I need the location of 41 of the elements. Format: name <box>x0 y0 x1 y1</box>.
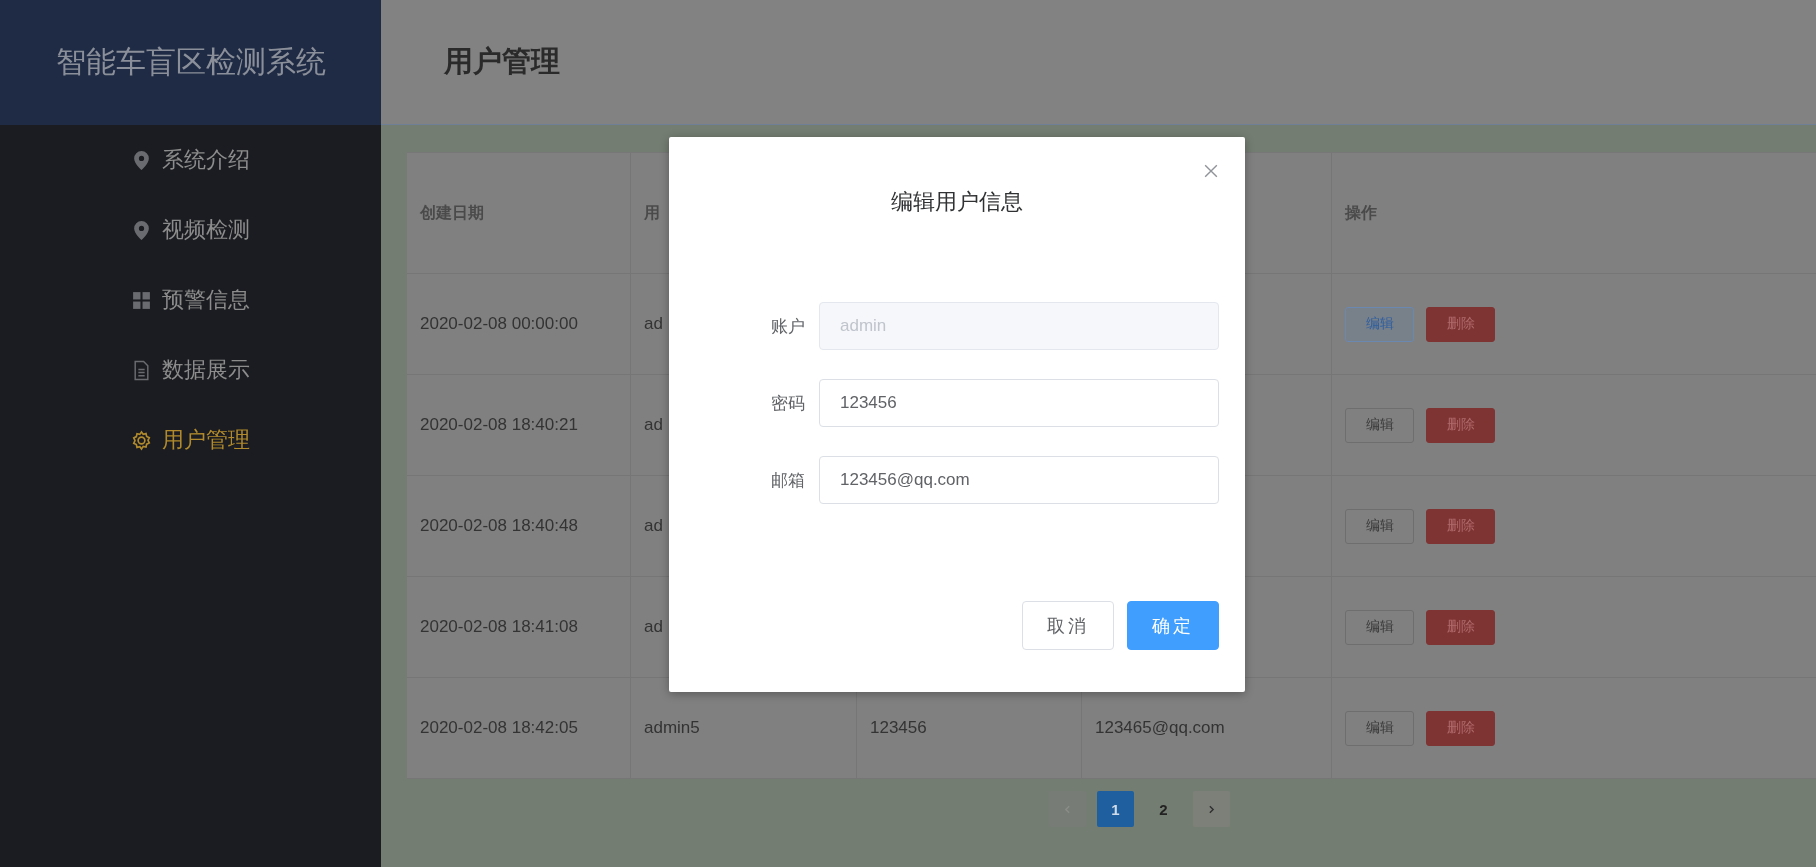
table-cell: ad <box>644 314 663 334</box>
table-cell: ad <box>644 617 663 637</box>
edit-button[interactable]: 编辑 <box>1345 306 1414 342</box>
page-title: 用户管理 <box>444 44 560 79</box>
edit-button[interactable]: 编辑 <box>1345 508 1414 544</box>
dialog-title: 编辑用户信息 <box>890 188 1024 216</box>
close-icon[interactable] <box>1204 164 1218 178</box>
menu-item[interactable]: 预警信息 <box>0 265 381 335</box>
table-cell: 2020-02-08 00:00:00 <box>420 314 578 334</box>
menu-item[interactable]: 数据展示 <box>0 335 381 405</box>
field-label: 密码 <box>770 392 806 415</box>
document-icon <box>131 359 152 381</box>
next-page-button[interactable] <box>1193 791 1230 827</box>
table-cell: 2020-02-08 18:42:05 <box>420 718 578 738</box>
table-cell: 123456 <box>870 718 927 738</box>
gear-icon <box>131 429 152 451</box>
menu-item[interactable]: 用户管理 <box>0 405 381 475</box>
confirm-button[interactable]: 确定 <box>1127 601 1219 650</box>
table-cell: admin5 <box>644 718 700 738</box>
edit-button[interactable]: 编辑 <box>1345 710 1414 746</box>
edit-button[interactable]: 编辑 <box>1345 407 1414 443</box>
app-title: 智能车盲区检测系统 <box>55 44 326 80</box>
location-pin-icon <box>131 219 152 241</box>
edit-button[interactable]: 编辑 <box>1345 609 1414 645</box>
table-cell: 2020-02-08 18:40:21 <box>420 415 578 435</box>
menu-item[interactable]: 系统介绍 <box>0 125 381 195</box>
table-cell: 123465@qq.com <box>1095 718 1225 738</box>
table-cell: 2020-02-08 18:41:08 <box>420 617 578 637</box>
page-button[interactable]: 2 <box>1145 791 1182 827</box>
table-cell: 2020-02-08 18:40:48 <box>420 516 578 536</box>
field-label: 账户 <box>770 315 806 338</box>
field-label: 邮箱 <box>770 469 806 492</box>
page-button[interactable]: 1 <box>1097 791 1134 827</box>
table-cell: ad <box>644 415 663 435</box>
location-pin-icon <box>131 149 152 171</box>
cancel-button[interactable]: 取消 <box>1022 601 1114 650</box>
input-field[interactable]: 123456@qq.com <box>819 456 1219 504</box>
table-cell: ad <box>644 516 663 536</box>
menu-item[interactable]: 视频检测 <box>0 195 381 265</box>
grid-icon <box>131 289 152 311</box>
input-field[interactable]: 123456 <box>819 379 1219 427</box>
